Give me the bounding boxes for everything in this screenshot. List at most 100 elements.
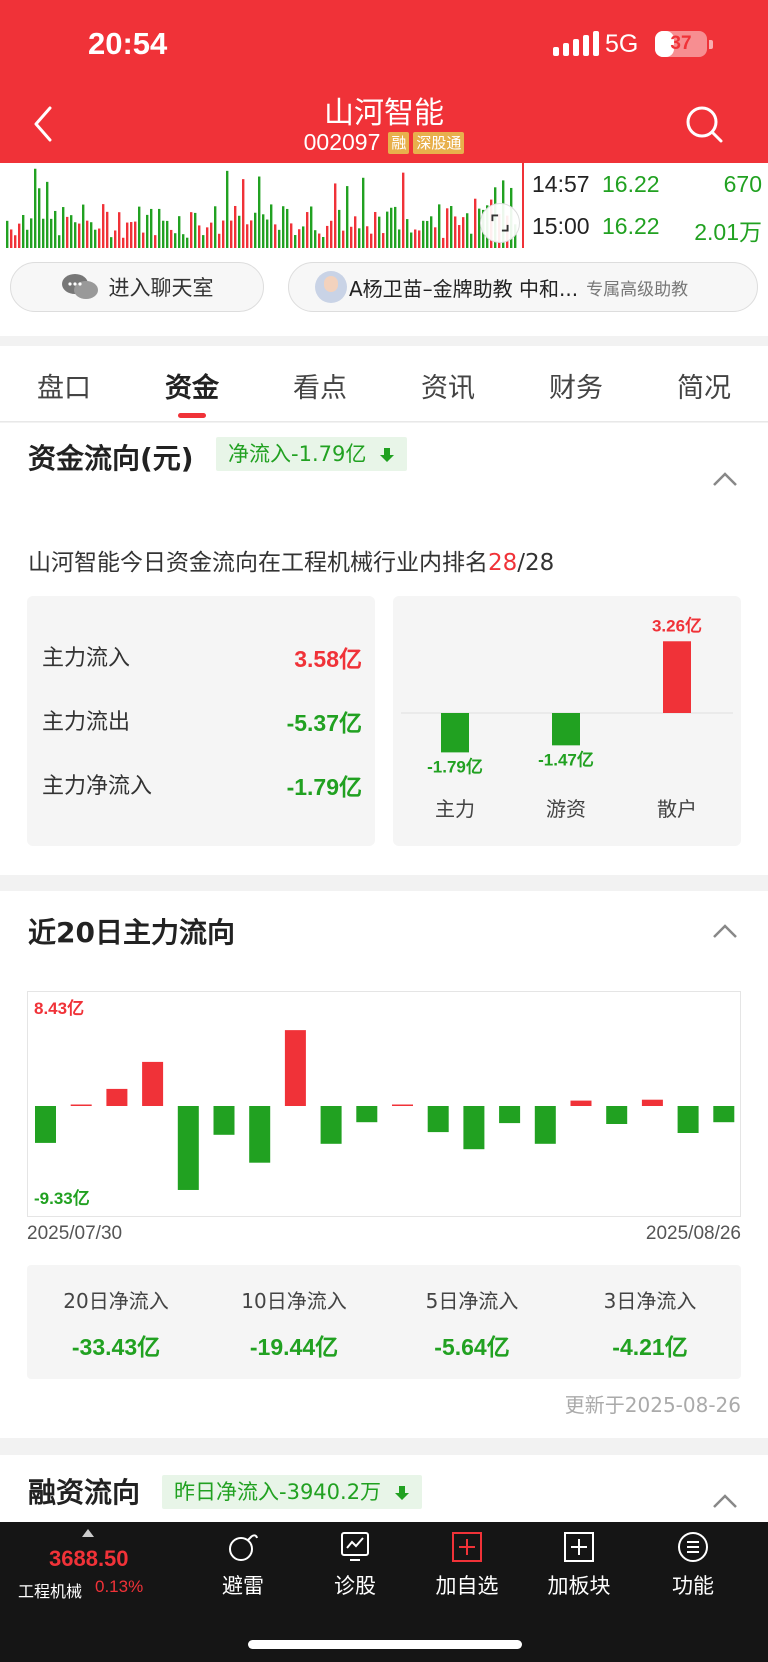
chart-min-label: -9.33亿: [34, 1188, 90, 1208]
tick-volume: 2.01万: [694, 219, 762, 245]
margin-flow-section: 融资流向 昨日净流入-3940.2万: [0, 1455, 768, 1522]
volume-bar: [354, 216, 357, 248]
daily-flow-bar: [70, 1104, 92, 1106]
volume-bar: [438, 204, 441, 248]
daily-flow-bar: [284, 1030, 306, 1106]
volume-bar: [450, 206, 453, 248]
collapse-chevron-icon[interactable]: [712, 471, 738, 487]
participant-flow-chart: -1.79亿 主力 -1.47亿 游资 3.26亿 散户: [393, 596, 741, 846]
volume-bar: [74, 222, 77, 248]
margin-net-value: 昨日净流入-3940.2万: [174, 1480, 382, 1504]
signal-icon: [553, 31, 599, 56]
volume-bar: [146, 214, 149, 248]
volume-bar: [394, 206, 397, 248]
tab-profile[interactable]: 简况: [640, 366, 768, 405]
chart-max-label: 8.43亿: [34, 998, 84, 1018]
volume-bar: [118, 212, 121, 248]
volume-bar: [42, 218, 45, 248]
volume-bar: [242, 179, 245, 248]
flow-label: 主力净流入: [42, 774, 153, 799]
tab-capital[interactable]: 资金: [128, 366, 256, 405]
sector-index[interactable]: 3688.50 工程机械 0.13%: [0, 1522, 180, 1614]
volume-bar: [114, 230, 117, 248]
nav-avoid-risk[interactable]: 避雷: [198, 1530, 288, 1600]
index-name: 工程机械: [18, 1582, 83, 1601]
search-icon[interactable]: [684, 104, 724, 144]
volume-bar: [10, 229, 13, 248]
volume-bar: [370, 233, 373, 248]
daily-flow-bar: [249, 1106, 271, 1163]
volume-bar: [50, 218, 53, 248]
participant-bars-svg: -1.79亿主力 -1.47亿游资 3.26亿散户: [401, 615, 733, 821]
tick-time: 14:57: [532, 171, 590, 197]
net-inflow-pill: 净流入-1.79亿: [216, 437, 408, 471]
volume-bar: [410, 232, 413, 248]
volume-bar: [338, 209, 341, 248]
menu-icon: [678, 1532, 708, 1562]
volume-bars: [6, 168, 517, 248]
daily-flow-bar: [677, 1106, 699, 1133]
daily-flow-bar: [392, 1104, 413, 1106]
volume-bar: [250, 220, 253, 248]
volume-bar: [58, 235, 61, 248]
daily-flow-bar: [356, 1106, 378, 1123]
battery-icon: 37: [655, 31, 707, 57]
volume-bar: [170, 229, 173, 248]
flow-label: 主力流入: [42, 646, 131, 671]
net-inflow-value: 净流入-1.79亿: [228, 442, 367, 466]
volume-bar: [226, 170, 229, 248]
tab-news[interactable]: 资讯: [384, 366, 512, 405]
stock-code: 002097: [303, 129, 381, 155]
daily-flow-bar: [534, 1106, 556, 1144]
summary-label: 20日净流入: [63, 1289, 169, 1313]
participant-bar: [663, 641, 691, 713]
participant-bar: [441, 713, 469, 753]
updated-time: 更新于2025-08-26: [564, 1393, 741, 1417]
volume-bar: [254, 212, 257, 248]
down-arrow-icon: [394, 1486, 409, 1500]
volume-bar: [86, 220, 89, 248]
volume-bar: [202, 235, 205, 248]
bar-value-label: -1.79亿: [427, 756, 483, 776]
flow-row-outflow: 主力流出 -5.37亿: [42, 704, 362, 736]
nav-label: 加自选: [435, 1574, 499, 1598]
volume-bar: [82, 204, 85, 248]
daily-flow-bar: [427, 1106, 449, 1133]
summary-label: 3日净流入: [603, 1289, 697, 1313]
chat-room-button[interactable]: 进入聊天室: [10, 262, 264, 312]
collapse-chevron-icon[interactable]: [712, 1493, 738, 1509]
flow-value: -1.79亿: [286, 774, 362, 800]
margin-net-pill: 昨日净流入-3940.2万: [162, 1475, 422, 1509]
twenty-day-title: 近20日主力流向: [28, 916, 235, 949]
capital-flow-title: 资金流向(元): [28, 442, 194, 475]
volume-bar: [266, 219, 269, 248]
flow-row-inflow: 主力流入 3.58亿: [42, 640, 362, 672]
status-bar: 20:54 5G 37: [0, 0, 768, 90]
nav-add-watchlist[interactable]: 加自选: [422, 1530, 512, 1600]
advisor-button[interactable]: A杨卫苗–金牌助教 中和... 专属高级助教: [288, 262, 758, 312]
main-flow-box: 主力流入 3.58亿 主力流出 -5.37亿 主力净流入 -1.79亿: [27, 596, 375, 846]
collapse-chevron-icon[interactable]: [712, 923, 738, 939]
daily-flow-bar: [177, 1106, 199, 1190]
volume-bar: [134, 221, 137, 248]
tab-highlights[interactable]: 看点: [256, 366, 384, 405]
network-type: 5G: [605, 30, 639, 58]
expand-chart-icon[interactable]: [480, 203, 520, 243]
volume-bar: [470, 233, 473, 248]
volume-bar: [106, 211, 109, 248]
nav-add-sector[interactable]: 加板块: [534, 1530, 624, 1600]
twenty-day-chart[interactable]: 8.43亿 -9.33亿: [27, 991, 741, 1217]
tick-time: 15:00: [532, 213, 590, 239]
volume-bar: [282, 206, 285, 248]
battery-level: 37: [670, 33, 692, 54]
nav-diagnose[interactable]: 诊股: [310, 1530, 400, 1600]
tab-finance[interactable]: 财务: [512, 366, 640, 405]
volume-bar: [382, 233, 385, 248]
volume-bar: [26, 229, 29, 248]
rank-value: 28: [488, 550, 518, 576]
tab-handicap[interactable]: 盘口: [0, 366, 128, 405]
index-value: 3688.50: [49, 1546, 129, 1571]
volume-bar: [246, 224, 249, 248]
avatar: [315, 271, 347, 303]
nav-functions[interactable]: 功能: [648, 1530, 738, 1600]
